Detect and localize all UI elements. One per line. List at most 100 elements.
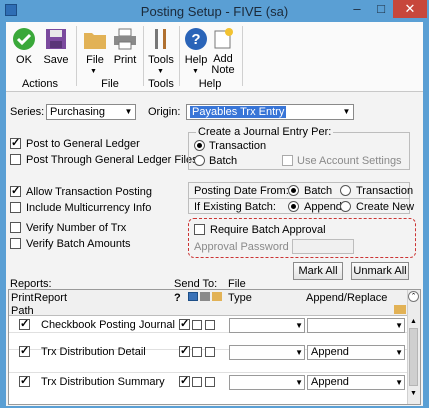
series-label: Series: xyxy=(10,106,45,118)
row-file-checkbox[interactable] xyxy=(205,347,215,357)
unmark-all-button[interactable]: Unmark All xyxy=(351,262,409,280)
row-print-checkbox[interactable] xyxy=(19,374,30,387)
ok-button[interactable] xyxy=(10,24,38,54)
scroll-up-icon[interactable]: ▲ xyxy=(408,318,419,325)
chevron-down-icon: ▼ xyxy=(157,68,164,75)
close-button[interactable]: ✕ xyxy=(393,0,427,18)
svg-text:?: ? xyxy=(191,31,200,48)
print-button[interactable] xyxy=(110,24,140,53)
tools-menu-button[interactable] xyxy=(146,24,176,54)
client-area: OK Save Actions File ▼ Print File Tools … xyxy=(6,22,423,406)
col-path-header: Path xyxy=(11,305,34,317)
posting-date-transaction-radio[interactable] xyxy=(340,185,351,196)
posting-date-transaction-label: Transaction xyxy=(356,185,414,197)
save-button[interactable] xyxy=(42,24,70,53)
save-label: Save xyxy=(43,54,69,66)
file-menu-button[interactable] xyxy=(80,24,110,53)
screen-icon xyxy=(188,292,198,301)
add-note-label: Add Note xyxy=(211,53,235,76)
journal-batch-radio[interactable] xyxy=(194,155,205,166)
ribbon-separator xyxy=(76,26,77,86)
help-menu-button[interactable]: ? xyxy=(182,24,210,54)
ok-label: OK xyxy=(16,54,32,66)
row-append-value: Append xyxy=(311,346,349,358)
row-printer-checkbox[interactable] xyxy=(192,320,202,330)
allow-transaction-posting-checkbox[interactable] xyxy=(10,184,21,197)
minimize-button[interactable]: – xyxy=(346,0,368,20)
mark-all-button[interactable]: Mark All xyxy=(293,262,343,280)
title-bar: Posting Setup - FIVE (sa) – □ ✕ xyxy=(0,0,429,22)
add-note-button[interactable] xyxy=(210,24,236,52)
verify-number-of-trx-checkbox[interactable] xyxy=(10,222,21,233)
origin-select[interactable]: Payables Trx Entry ▼ xyxy=(186,104,354,120)
series-select[interactable]: Purchasing ▼ xyxy=(46,104,136,120)
row-printer-checkbox[interactable] xyxy=(192,347,202,357)
journal-transaction-label: Transaction xyxy=(209,140,267,152)
journal-transaction-radio[interactable] xyxy=(194,140,205,151)
origin-value: Payables Trx Entry xyxy=(190,106,287,118)
row-screen-checkbox[interactable] xyxy=(179,317,190,330)
scroll-thumb[interactable] xyxy=(409,328,418,386)
row-screen-checkbox[interactable] xyxy=(179,344,190,357)
row-append-value: Append xyxy=(311,376,349,388)
series-value: Purchasing xyxy=(50,106,106,118)
row-file-checkbox[interactable] xyxy=(205,320,215,330)
existing-create-new-radio[interactable] xyxy=(340,201,351,212)
floppy-disk-icon xyxy=(46,29,66,49)
folder-icon xyxy=(84,33,106,49)
folder-icon[interactable] xyxy=(394,305,406,314)
row-append-select[interactable]: Append ▼ xyxy=(307,345,405,360)
require-batch-approval-label: Require Batch Approval xyxy=(210,224,326,236)
existing-create-new-label: Create New xyxy=(356,201,415,213)
existing-append-radio[interactable] xyxy=(288,201,299,212)
ribbon-separator xyxy=(143,26,144,86)
tools-group-label: Tools xyxy=(148,78,174,90)
row-printer-checkbox[interactable] xyxy=(192,377,202,387)
verify-batch-amounts-checkbox[interactable] xyxy=(10,238,21,249)
chevron-down-icon: ▼ xyxy=(395,378,403,387)
row-print-checkbox[interactable] xyxy=(19,344,30,357)
row-file-checkbox[interactable] xyxy=(205,377,215,387)
row-report-name: Checkbook Posting Journal xyxy=(41,319,175,331)
ribbon-toolbar: OK Save Actions File ▼ Print File Tools … xyxy=(6,22,423,92)
row-append-select[interactable]: Append ▼ xyxy=(307,375,405,390)
journal-entry-per-label: Create a Journal Entry Per: xyxy=(196,126,334,138)
chevron-down-icon: ▼ xyxy=(90,68,97,75)
row-print-checkbox[interactable] xyxy=(19,317,30,330)
col-print-header: Print xyxy=(11,292,34,304)
chevron-down-icon: ▼ xyxy=(395,348,403,357)
existing-append-label: Append xyxy=(304,201,342,213)
row-screen-checkbox[interactable] xyxy=(179,374,190,387)
verify-batch-amounts-label: Verify Batch Amounts xyxy=(26,238,131,250)
maximize-button[interactable]: □ xyxy=(370,0,392,20)
expand-up-icon[interactable]: ⌃ xyxy=(408,291,419,302)
use-account-settings-label: Use Account Settings xyxy=(297,155,402,167)
include-multicurrency-checkbox[interactable] xyxy=(10,202,21,213)
col-help-header: ? xyxy=(174,292,181,304)
col-append-header: Append/Replace xyxy=(306,292,388,304)
origin-label: Origin: xyxy=(148,106,181,118)
row-type-select[interactable]: ▼ xyxy=(229,318,305,333)
posting-date-divider xyxy=(188,198,410,199)
use-account-settings-checkbox[interactable] xyxy=(282,155,293,166)
scroll-down-icon[interactable]: ▼ xyxy=(408,390,419,397)
post-through-gl-checkbox[interactable] xyxy=(10,154,21,165)
chevron-down-icon: ▼ xyxy=(395,321,403,330)
row-type-select[interactable]: ▼ xyxy=(229,375,305,390)
posting-date-batch-label: Batch xyxy=(304,185,333,197)
posting-date-batch-radio[interactable] xyxy=(288,185,299,196)
row-type-select[interactable]: ▼ xyxy=(229,345,305,360)
row-append-select[interactable]: ▼ xyxy=(307,318,405,333)
post-to-gl-label: Post to General Ledger xyxy=(26,138,140,150)
require-batch-approval-checkbox[interactable] xyxy=(194,224,205,235)
chevron-down-icon: ▼ xyxy=(295,321,303,330)
approval-password-field[interactable] xyxy=(292,239,354,254)
print-label: Print xyxy=(113,54,137,66)
chevron-down-icon: ▼ xyxy=(124,107,133,116)
chevron-down-icon: ▼ xyxy=(342,107,351,116)
posting-setup-window: Posting Setup - FIVE (sa) – □ ✕ OK Save … xyxy=(0,0,429,408)
checkmark-icon xyxy=(13,28,35,50)
ribbon-separator xyxy=(242,26,243,86)
allow-transaction-posting-label: Allow Transaction Posting xyxy=(26,186,152,198)
post-to-gl-checkbox[interactable] xyxy=(10,136,21,149)
